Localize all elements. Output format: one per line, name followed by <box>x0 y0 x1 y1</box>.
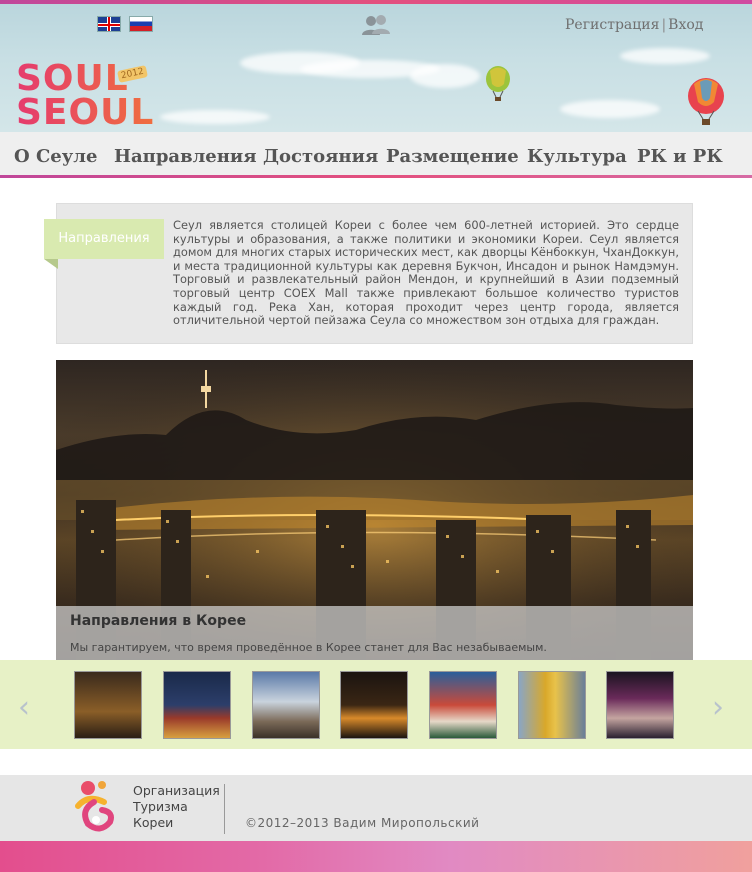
intro-label-fold <box>44 259 58 269</box>
flag-ru-icon[interactable] <box>129 16 153 32</box>
nav-item-rk-rk[interactable]: РК и РК <box>637 146 723 167</box>
balloon-red-icon <box>688 78 724 125</box>
auth-links: Регистрация | Вход <box>565 17 703 33</box>
hero-subtitle: Мы гарантируем, что время проведённое в … <box>70 641 547 654</box>
users-icon[interactable] <box>361 14 391 36</box>
main-nav: О Сеуле Направления Достояния Размещение… <box>0 132 752 178</box>
register-link[interactable]: Регистрация <box>565 17 659 33</box>
org-name-line-2: Туризма <box>133 799 188 814</box>
nav-item-accommodation[interactable]: Размещение <box>386 146 519 167</box>
thumb-skyscraper[interactable] <box>518 671 586 739</box>
nav-item-destinations[interactable]: Направления <box>114 146 257 167</box>
thumb-tower[interactable] <box>163 671 231 739</box>
thumb-street[interactable] <box>606 671 674 739</box>
nav-item-about-seoul[interactable]: О Сеуле <box>14 146 97 167</box>
thumb-village[interactable] <box>252 671 320 739</box>
site-logo[interactable]: SOUL SEOUL 2012 <box>16 61 156 133</box>
copyright: ©2012–2013 Вадим Миропольский <box>245 816 480 830</box>
hero-title: Направления в Корее <box>70 613 247 629</box>
bottom-band <box>0 841 752 872</box>
thumb-lanterns[interactable] <box>340 671 408 739</box>
footer-divider <box>224 784 225 834</box>
thumb-night-city[interactable] <box>74 671 142 739</box>
kto-logo-icon[interactable] <box>74 780 120 832</box>
balloon-green-icon <box>486 66 510 101</box>
thumb-guards[interactable] <box>429 671 497 739</box>
auth-separator: | <box>661 17 667 33</box>
intro-label: Направления <box>44 219 164 259</box>
nav-item-heritage[interactable]: Достояния <box>263 146 378 167</box>
nav-item-culture[interactable]: Культура <box>527 146 627 167</box>
org-name: Организация Туризма Кореи <box>133 783 220 831</box>
gallery-next-button[interactable]: › <box>712 690 724 725</box>
header-top-line <box>0 0 752 4</box>
logo-line-2: SEOUL <box>16 92 155 133</box>
org-name-line-3: Кореи <box>133 815 174 830</box>
gallery-prev-button[interactable]: ‹ <box>18 690 30 725</box>
intro-text: Сеул является столицей Кореи с более чем… <box>173 218 679 328</box>
login-link[interactable]: Вход <box>668 17 703 33</box>
org-name-line-1: Организация <box>133 783 220 798</box>
flag-uk-icon[interactable] <box>97 16 121 32</box>
